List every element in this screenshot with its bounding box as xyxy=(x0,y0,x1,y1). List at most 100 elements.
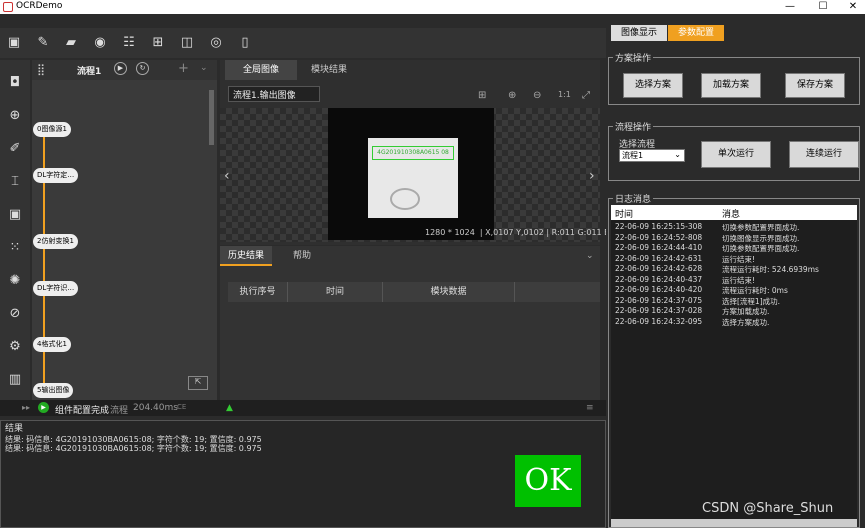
log-row[interactable]: 22-06-09 16:24:52-808 切换图像显示界面成功. xyxy=(611,233,857,244)
image-select[interactable]: 流程1.输出图像 xyxy=(228,86,320,102)
loop-icon[interactable]: ↻ xyxy=(136,62,149,75)
open-folder-icon[interactable]: ▰ xyxy=(62,34,80,52)
tab-module-result[interactable]: 模块结果 xyxy=(298,60,360,80)
calc-icon[interactable]: ⊘ xyxy=(6,305,24,323)
flow-node[interactable]: 2仿射变换1 xyxy=(33,234,78,249)
column-header: 时间 xyxy=(288,282,383,302)
log-row[interactable]: 22-06-09 16:25:15-308 切换参数配置界面成功. xyxy=(611,222,857,233)
save-scheme-button[interactable]: 保存方案 xyxy=(785,73,845,98)
fit-icon[interactable]: ⤢ xyxy=(582,90,590,101)
log-message: 选择方案成功. xyxy=(722,317,770,327)
flow-drag-icon[interactable]: ⣿ xyxy=(37,63,45,76)
log-time: 22-06-09 16:24:40-437 xyxy=(615,274,703,284)
locate-icon[interactable]: ⊕ xyxy=(6,107,24,125)
tab-global-image[interactable]: 全局图像 xyxy=(225,60,297,80)
column-header: 时间 xyxy=(615,210,634,220)
flow-node[interactable]: 5输出图像 xyxy=(33,383,74,398)
prev-arrow-icon[interactable]: ‹ xyxy=(224,168,230,184)
add-icon[interactable]: + xyxy=(178,61,189,76)
log-message: 方案加载成功. xyxy=(722,307,770,316)
log-group-title: 日志消息 xyxy=(613,192,654,205)
log-hscrollbar[interactable] xyxy=(611,519,857,527)
stats-icon[interactable]: ▥ xyxy=(6,371,24,389)
chevron-down-icon[interactable]: ⌄ xyxy=(586,251,594,261)
edit-image-icon[interactable]: ✐ xyxy=(6,140,24,158)
tab-help[interactable]: 帮助 xyxy=(280,246,324,266)
flow-header: ⣿ 流程1 ▶ ↻ + ⌄ xyxy=(32,60,217,80)
zoom-in-icon[interactable]: ⊕ xyxy=(508,90,516,101)
flow-select[interactable]: 流程1 ⌄ xyxy=(619,149,685,162)
actual-size-icon[interactable]: 1:1 xyxy=(558,90,571,99)
crosshair-icon[interactable]: ⊞ xyxy=(478,90,486,101)
select-scheme-button[interactable]: 选择方案 xyxy=(623,73,683,98)
log-header: 时间 消息 xyxy=(611,205,857,220)
result-line: 结果: 码信息: 4G20191030BA0615:08; 字符个数: 19; … xyxy=(5,444,262,453)
lens-shape xyxy=(390,188,420,210)
log-row[interactable]: 22-06-09 16:24:37-028 方案加载成功. xyxy=(611,306,857,317)
settings-icon[interactable]: ☷ xyxy=(120,34,138,52)
chevron-down-icon[interactable]: ⌄ xyxy=(200,63,208,73)
image-source-icon[interactable]: ◘ xyxy=(6,74,24,92)
measure-icon[interactable]: ⌶ xyxy=(6,173,24,191)
zoom-out-icon[interactable]: ⊖ xyxy=(533,90,541,101)
close-button[interactable]: ✕ xyxy=(838,0,865,14)
next-arrow-icon[interactable]: › xyxy=(589,168,595,184)
camera-icon[interactable]: ◉ xyxy=(91,34,109,52)
tab-parameter-config[interactable]: 参数配置 xyxy=(668,25,724,41)
status-bar: ▸▸ ▶ 组件配置完成 流程 204.40ms CE ▲ ≡ xyxy=(0,400,606,416)
run-icon[interactable]: ◎ xyxy=(207,34,225,52)
status-text: 组件配置完成 xyxy=(55,406,110,416)
maximize-button[interactable]: ☐ xyxy=(808,0,838,14)
collapse-icon[interactable]: ⇱ xyxy=(188,376,208,390)
tab-history[interactable]: 历史结果 xyxy=(220,246,272,266)
grid-icon[interactable]: ⁙ xyxy=(6,239,24,257)
color-icon[interactable]: ✺ xyxy=(6,272,24,290)
status-ok-icon: ▶ xyxy=(38,402,49,413)
flow-node[interactable]: 4格式化1 xyxy=(33,337,71,352)
code-icon[interactable]: ◫ xyxy=(178,34,196,52)
expand-icon[interactable]: ▸▸ xyxy=(22,403,30,412)
flow-canvas[interactable] xyxy=(32,60,217,405)
status-flow: 流程 xyxy=(110,406,129,416)
tab-image-display[interactable]: 图像显示 xyxy=(611,25,667,41)
tool-sidebar: ◘ ⊕ ✐ ⌶ ▣ ⁙ ✺ ⊘ ⚙ ▥ xyxy=(0,60,30,405)
save-as-icon[interactable]: ✎ xyxy=(34,34,52,52)
log-row[interactable]: 22-06-09 16:24:40-420 流程运行耗时: 0ms xyxy=(611,285,857,296)
cursor-coords: X,0107 Y,0102 xyxy=(485,228,544,237)
menu-icon[interactable]: ≡ xyxy=(586,403,594,413)
flow-node[interactable]: DL字符定… xyxy=(33,168,79,183)
log-row[interactable]: 22-06-09 16:24:40-437 运行结束! xyxy=(611,275,857,286)
save-icon[interactable]: ▣ xyxy=(5,34,23,52)
flow-node[interactable]: 0图像源1 xyxy=(33,122,71,137)
log-row[interactable]: 22-06-09 16:24:32-095 选择方案成功. xyxy=(611,317,857,328)
log-group: 日志消息 时间 消息 22-06-09 16:25:15-308 切换参数配置界面… xyxy=(608,192,860,528)
process-group: 流程操作 选择流程 流程1 ⌄ 单次运行 连续运行 xyxy=(608,120,860,181)
top-strip xyxy=(0,14,606,28)
log-row[interactable]: 22-06-09 16:24:42-631 运行结束! xyxy=(611,254,857,265)
minimize-button[interactable]: — xyxy=(775,0,805,14)
log-message: 切换参数配置界面成功. xyxy=(722,223,800,232)
log-message: 选择[流程1]成功. xyxy=(722,296,781,306)
crop-icon[interactable]: ▣ xyxy=(6,206,24,224)
flow-node[interactable]: DL字符识… xyxy=(33,281,79,296)
log-message: 运行结束! xyxy=(722,254,756,264)
log-message: 运行结束! xyxy=(722,275,756,285)
log-row[interactable]: 22-06-09 16:24:37-075 选择[流程1]成功. xyxy=(611,296,857,307)
log-time: 22-06-09 16:24:32-095 xyxy=(615,316,703,326)
flow-name[interactable]: 流程1 xyxy=(77,64,101,77)
load-scheme-button[interactable]: 加载方案 xyxy=(701,73,761,98)
log-list[interactable]: 时间 消息 22-06-09 16:25:15-308 切换参数配置界面成功. 22… xyxy=(611,205,857,519)
run-continuous-button[interactable]: 连续运行 xyxy=(789,141,859,168)
flow-scrollbar[interactable] xyxy=(209,90,214,145)
scheme-group-title: 方案操作 xyxy=(613,51,654,64)
variable-icon[interactable]: ⊞ xyxy=(149,34,167,52)
play-icon[interactable]: ▶ xyxy=(114,62,127,75)
device-icon[interactable]: ▯ xyxy=(236,34,254,52)
log-row[interactable]: 22-06-09 16:24:44-410 切换参数配置界面成功. xyxy=(611,243,857,254)
config-icon[interactable]: ⚙ xyxy=(6,338,24,356)
log-time: 22-06-09 16:24:37-028 xyxy=(615,306,703,315)
log-row[interactable]: 22-06-09 16:24:42-628 流程运行耗时: 524.6939ms xyxy=(611,264,857,275)
log-message: 切换参数配置界面成功. xyxy=(722,244,800,253)
watermark: CSDN @Share_Shun xyxy=(702,501,834,516)
run-once-button[interactable]: 单次运行 xyxy=(701,141,771,168)
